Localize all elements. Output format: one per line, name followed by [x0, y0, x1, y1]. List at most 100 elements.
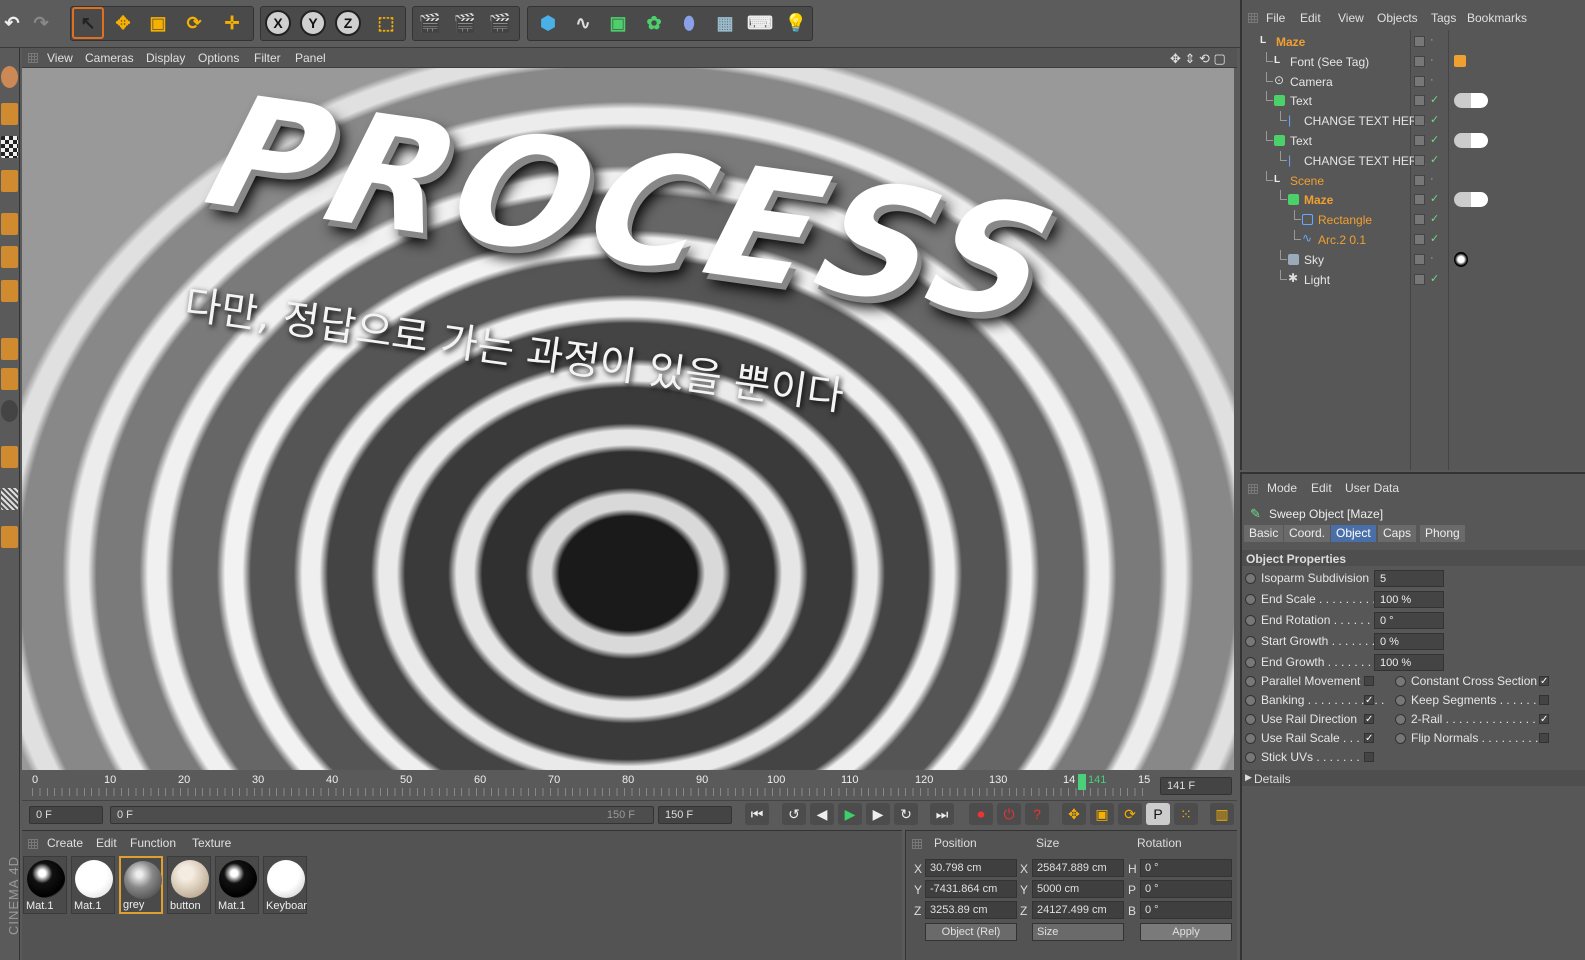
- menu-function[interactable]: Function: [130, 836, 176, 850]
- param-checkbox[interactable]: ✓: [1539, 714, 1549, 725]
- object-row[interactable]: | CHANGE TEXT HERE ✓: [1242, 111, 1585, 131]
- z-axis-button[interactable]: Z: [335, 10, 361, 36]
- layer-toggle-icon[interactable]: [1414, 36, 1425, 47]
- enable-check-icon[interactable]: ✓: [1430, 232, 1439, 245]
- object-row[interactable]: L Scene ·: [1242, 170, 1585, 191]
- timeline-ruler[interactable]: 0 10 20 30 40 50 60 70 80 90 100 110 120…: [22, 770, 1237, 800]
- param-checkbox[interactable]: ✓: [1539, 676, 1549, 687]
- edges-mode-icon[interactable]: [1, 246, 18, 268]
- object-row[interactable]: ✱ Light ✓: [1242, 269, 1585, 290]
- size-mode-select[interactable]: Size: [1032, 923, 1124, 941]
- enable-check-icon[interactable]: ✓: [1430, 153, 1439, 166]
- scale-icon[interactable]: ▣: [142, 7, 174, 39]
- enable-check-icon[interactable]: ·: [1430, 252, 1434, 264]
- render-settings-icon[interactable]: 🎬: [484, 7, 516, 39]
- object-row[interactable]: Text ✓: [1242, 91, 1585, 111]
- model-mode-icon[interactable]: [1, 103, 18, 125]
- param-checkbox[interactable]: [1364, 676, 1374, 686]
- start-frame-field[interactable]: 0 F: [29, 806, 103, 824]
- param-radio[interactable]: [1395, 714, 1406, 725]
- size-x-field[interactable]: 25847.889 cm: [1032, 859, 1124, 877]
- axis-mode-icon[interactable]: [1, 338, 18, 360]
- lock-icon[interactable]: [1, 526, 18, 548]
- rotate-icon[interactable]: ⟳: [178, 7, 210, 39]
- param-radio[interactable]: [1245, 594, 1256, 605]
- redo-icon[interactable]: ↷: [27, 7, 55, 39]
- menu-bookmarks[interactable]: Bookmarks: [1467, 11, 1527, 25]
- object-row[interactable]: Rectangle ✓: [1242, 210, 1585, 230]
- menu-edit[interactable]: Edit: [1311, 481, 1332, 495]
- menu-panel[interactable]: Panel: [295, 51, 326, 65]
- step-back-icon[interactable]: ◀: [810, 803, 834, 825]
- render-view-icon[interactable]: 🎬: [414, 7, 446, 39]
- param-value-field[interactable]: 0 %: [1374, 633, 1444, 650]
- material-tag-icon[interactable]: [1454, 133, 1488, 148]
- enable-check-icon[interactable]: ✓: [1430, 272, 1439, 285]
- object-name[interactable]: Sky: [1304, 253, 1324, 267]
- param-checkbox[interactable]: [1539, 695, 1549, 705]
- tab-coord[interactable]: Coord.: [1284, 525, 1331, 542]
- layer-toggle-icon[interactable]: [1414, 194, 1425, 206]
- camera-icon[interactable]: ⌨: [744, 7, 776, 39]
- layer-toggle-icon[interactable]: [1414, 75, 1425, 87]
- undo-icon[interactable]: ↶: [0, 7, 24, 39]
- current-frame-field[interactable]: 141 F: [1160, 777, 1232, 795]
- param-checkbox[interactable]: ✓: [1364, 695, 1374, 706]
- param-radio[interactable]: [1245, 733, 1256, 744]
- param-value-field[interactable]: 100 %: [1374, 654, 1444, 671]
- record-icon[interactable]: ⏺: [969, 803, 993, 825]
- add-icon[interactable]: ✛: [216, 7, 248, 39]
- next-key-icon[interactable]: ↻: [894, 803, 918, 825]
- object-name[interactable]: Font (See Tag): [1290, 55, 1369, 69]
- object-name[interactable]: Arc.2 0.1: [1318, 233, 1366, 247]
- menu-edit[interactable]: Edit: [1300, 11, 1321, 25]
- details-bar[interactable]: [1242, 770, 1585, 786]
- playhead[interactable]: [1078, 774, 1086, 790]
- viewport-nav-icons[interactable]: ✥ ⇕ ⟲ ▢: [1170, 51, 1226, 67]
- key-position-icon[interactable]: ✥: [1062, 803, 1086, 825]
- object-row[interactable]: Text ✓: [1242, 131, 1585, 151]
- object-name[interactable]: Scene: [1290, 174, 1324, 188]
- pos-y-field[interactable]: -7431.864 cm: [925, 880, 1017, 898]
- material-swatch[interactable]: Mat.1: [23, 856, 67, 914]
- key-rotation-icon[interactable]: ⟳: [1118, 803, 1142, 825]
- cube-icon[interactable]: ⬢: [532, 7, 564, 39]
- layer-toggle-icon[interactable]: [1414, 253, 1425, 265]
- object-row[interactable]: Sky ·: [1242, 249, 1585, 270]
- object-name[interactable]: Rectangle: [1318, 213, 1372, 227]
- enable-check-icon[interactable]: ·: [1430, 74, 1434, 86]
- floor-icon[interactable]: ▦: [709, 7, 741, 39]
- material-swatch[interactable]: Keyboar: [263, 856, 307, 914]
- param-radio[interactable]: [1245, 714, 1256, 725]
- deformer-icon[interactable]: ⬮: [673, 7, 705, 39]
- material-swatch[interactable]: Mat.1: [215, 856, 259, 914]
- object-name[interactable]: Light: [1304, 273, 1330, 287]
- light-icon[interactable]: 💡: [780, 7, 812, 39]
- material-swatch-selected[interactable]: grey: [119, 856, 163, 914]
- nurbs-icon[interactable]: ▣: [602, 7, 634, 39]
- details-label[interactable]: Details: [1254, 772, 1291, 786]
- param-checkbox[interactable]: [1364, 752, 1374, 762]
- select-icon[interactable]: ↖: [72, 7, 104, 39]
- param-radio[interactable]: [1395, 676, 1406, 687]
- param-radio[interactable]: [1245, 636, 1256, 647]
- param-radio[interactable]: [1245, 752, 1256, 763]
- layer-toggle-icon[interactable]: [1414, 174, 1425, 186]
- menu-edit[interactable]: Edit: [96, 836, 117, 850]
- object-name[interactable]: CHANGE TEXT HERE: [1304, 154, 1426, 168]
- sky-material-tag-icon[interactable]: [1454, 251, 1468, 267]
- param-radio[interactable]: [1245, 657, 1256, 668]
- play-icon[interactable]: ▶: [838, 803, 862, 825]
- object-name[interactable]: CHANGE TEXT HERE: [1304, 114, 1426, 128]
- rot-h-field[interactable]: 0 °: [1140, 859, 1232, 877]
- layer-toggle-icon[interactable]: [1414, 55, 1425, 67]
- snap-icon[interactable]: [1, 400, 18, 422]
- object-name[interactable]: Maze: [1276, 35, 1305, 49]
- layer-toggle-icon[interactable]: [1414, 135, 1425, 146]
- array-icon[interactable]: ✿: [638, 7, 670, 39]
- apply-button[interactable]: Apply: [1140, 923, 1232, 941]
- coord-mode-select[interactable]: Object (Rel): [925, 923, 1017, 941]
- layer-toggle-icon[interactable]: [1414, 273, 1425, 285]
- param-checkbox[interactable]: ✓: [1364, 714, 1374, 725]
- object-row[interactable]: | CHANGE TEXT HERE ✓: [1242, 150, 1585, 171]
